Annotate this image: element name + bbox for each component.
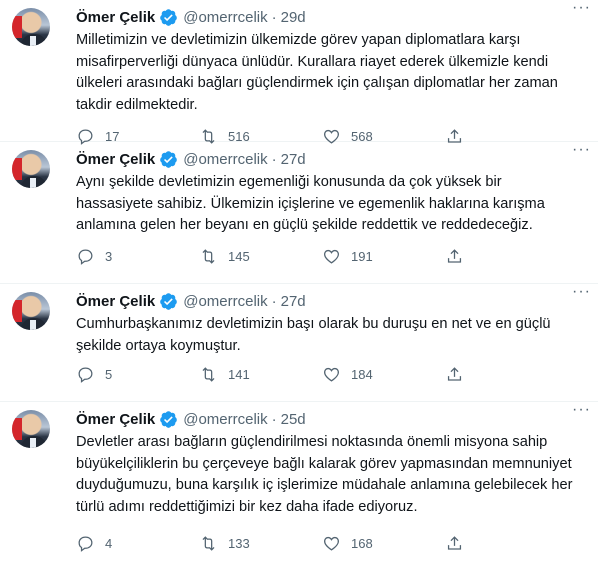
author-handle[interactable]: @omerrcelik xyxy=(183,9,267,26)
verified-badge-icon xyxy=(160,410,178,428)
tweet[interactable]: ··· Ömer Çelik @omerrcelik · 27d Aynı şe… xyxy=(0,142,598,284)
like-count: 184 xyxy=(351,366,373,382)
reply-button[interactable]: 4 xyxy=(76,534,199,553)
retweet-icon xyxy=(202,366,215,382)
share-icon xyxy=(447,535,462,550)
retweet-icon xyxy=(202,248,215,264)
share-button[interactable] xyxy=(445,247,474,266)
avatar[interactable] xyxy=(12,292,50,330)
like-icon xyxy=(324,536,339,551)
tweet-text: Devletler arası bağların güçlendirilmesi… xyxy=(76,434,573,515)
retweet-count: 141 xyxy=(228,366,250,382)
verified-badge-icon xyxy=(160,292,178,310)
share-icon xyxy=(447,248,462,263)
tweet[interactable]: ··· Ömer Çelik @omerrcelik · 29d Milleti… xyxy=(0,0,598,145)
like-button[interactable]: 191 xyxy=(322,247,445,266)
tweet-actions: 4 133 168 xyxy=(76,531,506,555)
retweet-count: 145 xyxy=(228,248,250,264)
retweet-button[interactable]: 141 xyxy=(199,365,322,384)
like-count: 191 xyxy=(351,248,373,264)
timestamp[interactable]: 27d xyxy=(281,293,306,310)
separator: · xyxy=(271,292,277,310)
like-icon xyxy=(324,367,339,382)
share-icon xyxy=(447,366,462,381)
author-name[interactable]: Ömer Çelik xyxy=(76,293,155,310)
author-handle[interactable]: @omerrcelik xyxy=(183,151,267,168)
author-name[interactable]: Ömer Çelik xyxy=(76,151,155,168)
reply-icon xyxy=(78,536,93,552)
tweet-header: Ömer Çelik @omerrcelik · 25d xyxy=(76,408,586,430)
retweet-icon xyxy=(202,535,215,551)
avatar[interactable] xyxy=(12,410,50,448)
like-button[interactable]: 184 xyxy=(322,365,445,384)
avatar[interactable] xyxy=(12,150,50,188)
author-handle[interactable]: @omerrcelik xyxy=(183,411,267,428)
tweet-text: Milletimizin ve devletimizin ülkemizde g… xyxy=(76,32,558,113)
share-button[interactable] xyxy=(445,534,474,553)
tweet-text: Aynı şekilde devletimizin egemenliği kon… xyxy=(76,174,545,233)
separator: · xyxy=(271,410,277,428)
tweet-header: Ömer Çelik @omerrcelik · 29d xyxy=(76,6,586,28)
author-handle[interactable]: @omerrcelik xyxy=(183,293,267,310)
reply-count: 4 xyxy=(105,535,113,551)
reply-count: 5 xyxy=(105,366,113,382)
like-count: 168 xyxy=(351,535,373,551)
reply-button[interactable]: 3 xyxy=(76,247,199,266)
tweet-header: Ömer Çelik @omerrcelik · 27d xyxy=(76,148,586,170)
share-button[interactable] xyxy=(445,365,474,384)
like-button[interactable]: 168 xyxy=(322,534,445,553)
reply-button[interactable]: 5 xyxy=(76,365,199,384)
retweet-button[interactable]: 145 xyxy=(199,247,322,266)
timestamp[interactable]: 25d xyxy=(281,411,306,428)
verified-badge-icon xyxy=(160,150,178,168)
timestamp[interactable]: 29d xyxy=(281,9,306,26)
verified-badge-icon xyxy=(160,8,178,26)
tweet-header: Ömer Çelik @omerrcelik · 27d xyxy=(76,290,586,312)
separator: · xyxy=(271,150,277,168)
tweet[interactable]: ··· Ömer Çelik @omerrcelik · 25d Devletl… xyxy=(0,402,598,569)
separator: · xyxy=(271,8,277,26)
tweet-feed: · · · Ömer Çelik @omerrcelik · 29d Milleti… xyxy=(0,0,598,569)
reply-icon xyxy=(78,249,93,265)
author-name[interactable]: Ömer Çelik xyxy=(76,411,155,428)
tweet[interactable]: ··· Ömer Çelik @omerrcelik · 27d Cumhurb… xyxy=(0,284,598,402)
tweet-text: Cumhurbaşkanımız devletimizin başı olara… xyxy=(76,316,551,354)
author-name[interactable]: Ömer Çelik xyxy=(76,9,155,26)
tweet-actions: 5 141 184 xyxy=(76,362,506,386)
retweet-button[interactable]: 133 xyxy=(199,534,322,553)
reply-count: 3 xyxy=(105,248,113,264)
reply-icon xyxy=(78,367,93,383)
retweet-count: 133 xyxy=(228,535,250,551)
like-icon xyxy=(324,249,339,264)
tweet-actions: 3 145 191 xyxy=(76,244,506,268)
avatar[interactable] xyxy=(12,8,50,46)
timestamp[interactable]: 27d xyxy=(281,151,306,168)
